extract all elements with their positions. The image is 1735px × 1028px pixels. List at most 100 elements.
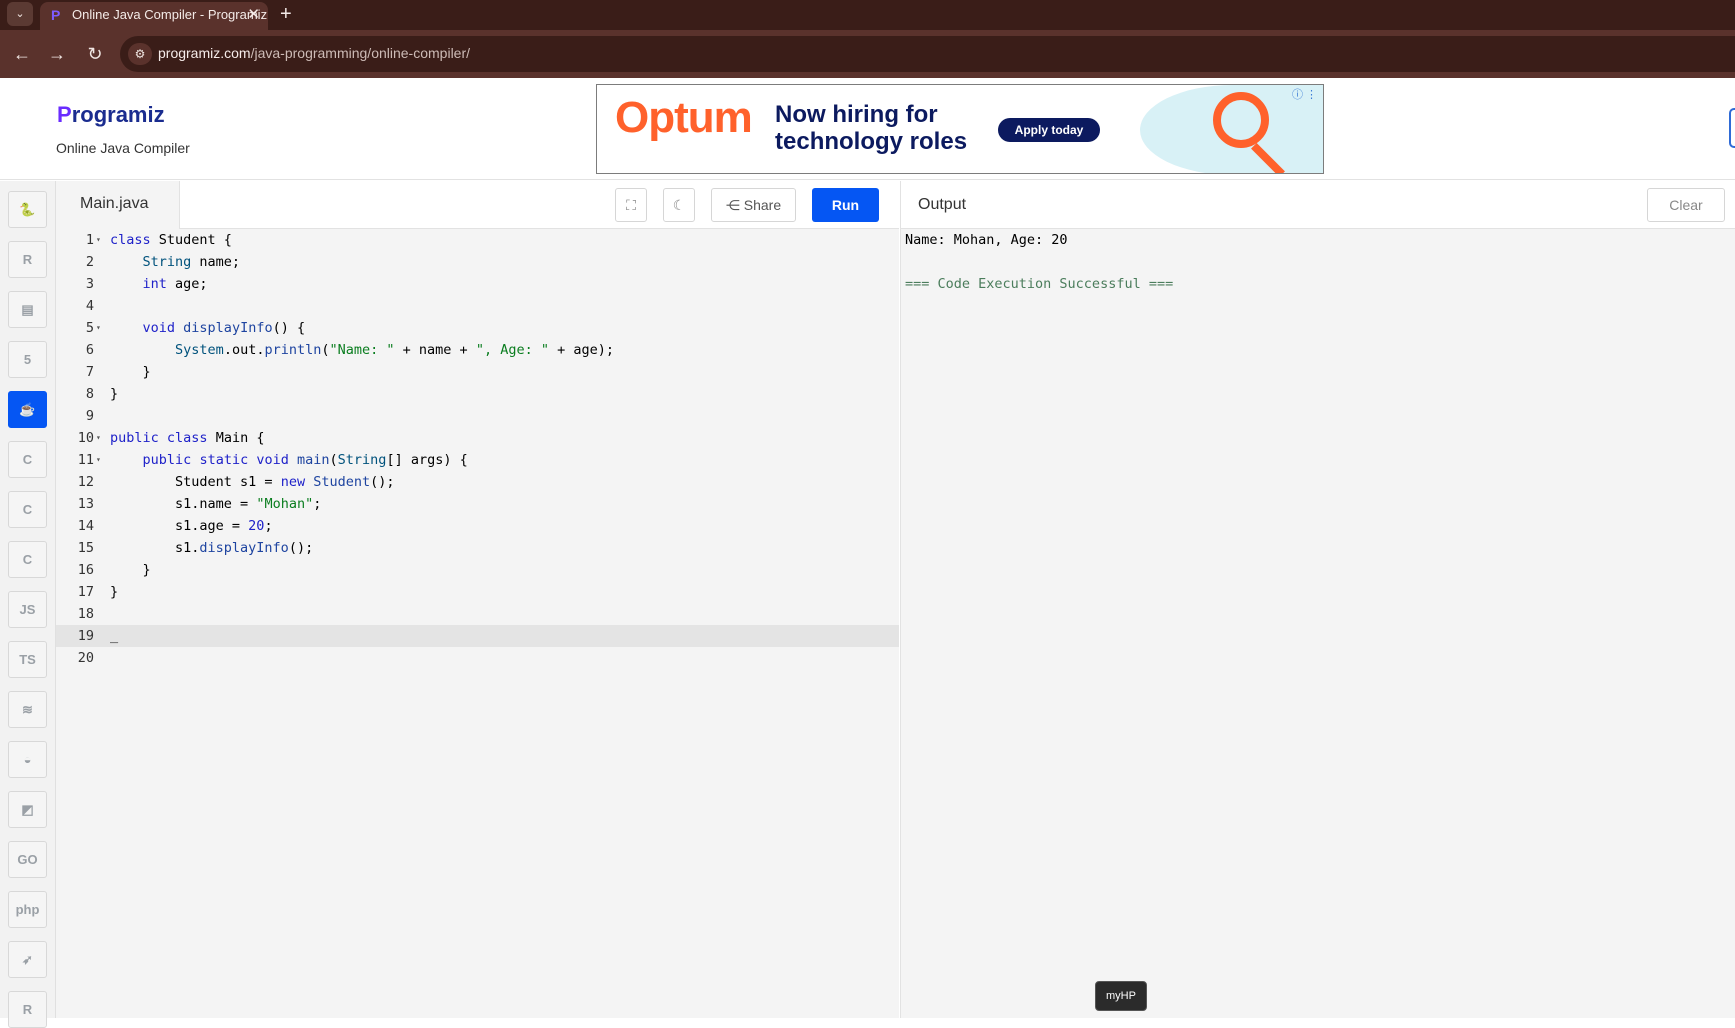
html-icon[interactable]: 5 (8, 341, 47, 378)
code-text: s1.displayInfo(); (110, 540, 314, 556)
clear-button[interactable]: Clear (1647, 188, 1725, 222)
code-text: void displayInfo() { (142, 320, 306, 336)
fold-toggle-icon[interactable]: ▾ (96, 317, 101, 339)
header-right-button[interactable] (1729, 108, 1735, 148)
output-header: Output Clear (901, 181, 1735, 229)
code-line[interactable]: 20 (56, 647, 899, 669)
code-line[interactable]: 13 s1.name = "Mohan"; (56, 493, 899, 515)
sql-icon[interactable]: ▤ (8, 291, 47, 328)
csharp-icon[interactable]: C (8, 541, 47, 578)
file-tab-main-java[interactable]: Main.java (56, 181, 180, 229)
fullscreen-icon[interactable]: ⛶ (615, 188, 647, 222)
code-line[interactable]: 9 (56, 405, 899, 427)
php-icon[interactable]: php (8, 891, 47, 928)
close-tab-icon[interactable]: ✕ (247, 2, 260, 28)
code-text: _ (110, 628, 119, 644)
typescript-icon[interactable]: TS (8, 641, 47, 678)
url-path: /java-programming/online-compiler/ (250, 45, 471, 61)
code-text: Student s1 = new Student(); (110, 474, 395, 490)
address-bar[interactable]: ⚙ programiz.com/java-programming/online-… (120, 36, 1735, 72)
reload-icon[interactable]: ↻ (83, 42, 107, 66)
line-number: 14 (77, 518, 94, 534)
code-text: } (110, 584, 119, 600)
code-line[interactable]: 14 s1.age = 20; (56, 515, 899, 537)
ad-apply-button[interactable]: Apply today (998, 118, 1100, 142)
scala-icon[interactable]: ≋ (8, 691, 47, 728)
r-icon[interactable]: R (8, 241, 47, 278)
ad-headline: Now hiring for technology roles (775, 101, 968, 155)
code-line[interactable]: 7 } (56, 361, 899, 383)
code-text: public class Main { (110, 430, 265, 446)
code-line[interactable]: 4 (56, 295, 899, 317)
line-number: 9 (85, 408, 94, 424)
share-label: Share (743, 197, 782, 213)
swift-icon[interactable]: ➶ (8, 941, 47, 978)
code-line[interactable]: 2 String name; (56, 251, 899, 273)
line-number: 17 (77, 584, 94, 600)
line-number: 15 (77, 540, 94, 556)
line-number: 10 (77, 430, 94, 446)
ad-brand: Optum (615, 93, 753, 142)
code-text: } (110, 562, 151, 578)
fold-toggle-icon[interactable]: ▾ (96, 229, 101, 251)
ad-info-icon[interactable]: ⓘ ⋮ (1292, 86, 1317, 102)
code-line[interactable]: 1 ▾ class Student { (56, 229, 899, 251)
share-icon: ⋲ (725, 197, 740, 213)
magnifier-lens (1213, 92, 1269, 148)
c-icon[interactable]: C (8, 441, 47, 478)
programiz-favicon-icon: P (51, 7, 61, 23)
code-text: } (110, 386, 119, 402)
url-text[interactable]: programiz.com/java-programming/online-co… (158, 45, 470, 61)
line-number: 6 (85, 342, 94, 358)
code-line[interactable]: 15 s1.displayInfo(); (56, 537, 899, 559)
kotlin-icon[interactable]: ◒ (8, 741, 47, 778)
site-info-icon[interactable]: ⚙ (128, 43, 152, 65)
go-icon[interactable]: GO (8, 841, 47, 878)
code-text: } (110, 364, 151, 380)
line-number: 3 (85, 276, 94, 292)
javascript-icon[interactable]: JS (8, 591, 47, 628)
fold-toggle-icon[interactable]: ▾ (96, 449, 101, 471)
fold-toggle-icon[interactable]: ▾ (96, 427, 101, 449)
code-line[interactable]: 16 } (56, 559, 899, 581)
line-number: 4 (85, 298, 94, 314)
editor-header: Main.java ⛶ ☾ ⋲ Share Run (56, 181, 899, 229)
code-text: String name; (142, 254, 241, 270)
page-header: Programiz Online Java Compiler Optum Now… (0, 78, 1735, 180)
code-line[interactable]: 10 ▾ public class Main { (56, 427, 899, 449)
line-number: 11 (77, 452, 94, 468)
output-panel: Output Clear Name: Mohan, Age: 20 === Co… (900, 181, 1735, 1018)
code-line[interactable]: 5 ▾ void displayInfo() { (56, 317, 899, 339)
code-area[interactable]: 1 ▾ class Student {2 String name; 3 int age… (56, 229, 899, 669)
cpp-icon[interactable]: C (8, 491, 47, 528)
theme-toggle-icon[interactable]: ☾ (663, 188, 695, 222)
code-line[interactable]: 18 (56, 603, 899, 625)
page-subtitle: Online Java Compiler (56, 140, 190, 156)
java-icon[interactable]: ☕ (8, 391, 47, 428)
code-line[interactable]: 17} (56, 581, 899, 603)
tab-search-button[interactable]: ⌄ (7, 2, 33, 26)
browser-tab[interactable]: P Online Java Compiler - Programiz ✕ (40, 2, 268, 30)
new-tab-button[interactable]: + (280, 1, 292, 27)
programiz-logo[interactable]: Programiz (57, 102, 165, 128)
code-line[interactable]: 8} (56, 383, 899, 405)
rust-icon[interactable]: R (8, 991, 47, 1028)
code-line[interactable]: 3 int age; (56, 273, 899, 295)
line-number: 8 (85, 386, 94, 402)
line-number: 18 (77, 606, 94, 622)
run-button[interactable]: Run (812, 188, 879, 222)
line-number: 19 (77, 628, 94, 644)
line-number: 2 (85, 254, 94, 270)
dart-icon[interactable]: ◩ (8, 791, 47, 828)
python-icon[interactable]: 🐍 (8, 191, 47, 228)
code-line[interactable]: 19 _ (56, 625, 899, 647)
back-icon[interactable]: ← (10, 42, 34, 66)
code-line[interactable]: 6 System.out.println("Name: " + name + "… (56, 339, 899, 361)
line-number: 20 (77, 650, 94, 666)
code-line[interactable]: 11 ▾ public static void main(String[] arg… (56, 449, 899, 471)
ad-banner[interactable]: Optum Now hiring for technology roles Ap… (596, 84, 1324, 174)
code-editor-panel: Main.java ⛶ ☾ ⋲ Share Run 1 ▾ class Studen… (56, 181, 899, 1018)
share-button[interactable]: ⋲ Share (711, 188, 796, 222)
forward-icon[interactable]: → (45, 42, 69, 66)
code-line[interactable]: 12 Student s1 = new Student(); (56, 471, 899, 493)
